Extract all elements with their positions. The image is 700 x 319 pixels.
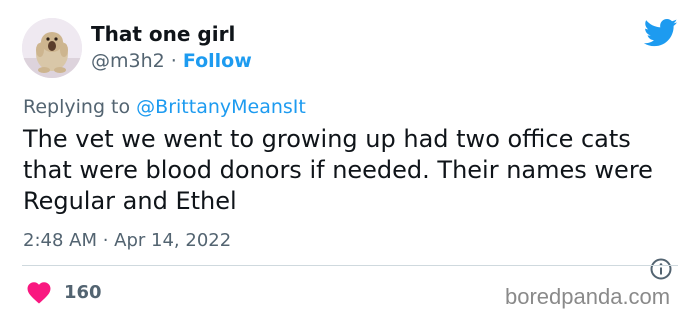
avatar-image <box>22 18 82 78</box>
tweet-text: The vet we went to growing up had two of… <box>23 125 653 215</box>
replying-to: Replying to @BrittanyMeansIt <box>23 96 306 118</box>
tweet-card: That one girl @m3h2 · Follow Replying to… <box>0 0 700 319</box>
heart-icon[interactable] <box>26 280 52 304</box>
avatar[interactable] <box>22 18 82 78</box>
author-display-name[interactable]: That one girl <box>91 22 235 46</box>
twitter-bird-icon[interactable] <box>644 18 678 48</box>
replying-to-prefix: Replying to <box>23 96 131 118</box>
reply-handle-link[interactable]: @BrittanyMeansIt <box>136 96 306 118</box>
author-handle[interactable]: @m3h2 <box>91 50 165 72</box>
divider <box>22 265 678 266</box>
follow-button[interactable]: Follow <box>183 50 252 72</box>
like-count: 160 <box>64 282 102 303</box>
separator-dot: · <box>170 50 177 72</box>
info-icon[interactable] <box>649 257 673 281</box>
watermark: boredpanda.com <box>505 284 671 309</box>
tweet-timestamp[interactable]: 2:48 AM · Apr 14, 2022 <box>23 230 231 251</box>
author-handle-row: @m3h2 · Follow <box>91 50 252 72</box>
